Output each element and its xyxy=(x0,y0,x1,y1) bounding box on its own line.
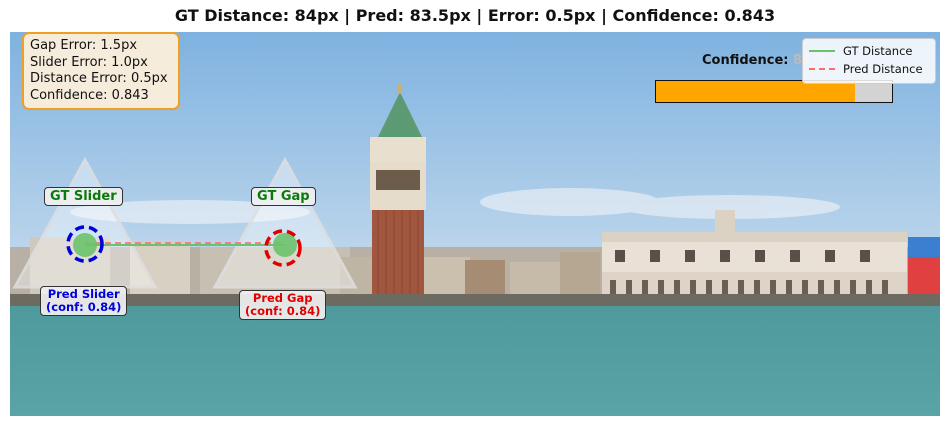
slider-error-text: Slider Error: 1.0px xyxy=(30,54,148,70)
stats-box: Gap Error: 1.5px Slider Error: 1.0px Dis… xyxy=(22,32,180,110)
confidence-meter-title: Confidence: xyxy=(702,53,789,68)
pred-gap-label: Pred Gap (conf: 0.84) xyxy=(239,290,327,320)
lagoon xyxy=(10,306,940,416)
legend-item-gt: GT Distance xyxy=(809,44,912,58)
legend-pred-swatch xyxy=(809,68,835,70)
legend-item-pred: Pred Distance xyxy=(809,62,923,76)
pred-slider-label-line2: (conf: 0.84) xyxy=(46,300,122,314)
gap-error-text: Gap Error: 1.5px xyxy=(30,38,138,53)
gt-slider-label: GT Slider xyxy=(44,187,123,206)
waterfront xyxy=(10,294,940,306)
confidence-text: Confidence: 0.843 xyxy=(30,87,149,103)
gt-slider-center-marker xyxy=(73,233,97,257)
pred-slider-label: Pred Slider (conf: 0.84) xyxy=(40,286,128,316)
distance-error-text: Distance Error: 0.5px xyxy=(30,71,168,86)
pred-gap-label-line2: (conf: 0.84) xyxy=(245,304,321,318)
legend-gt-swatch xyxy=(809,50,835,52)
legend-pred-label: Pred Distance xyxy=(843,62,923,76)
legend-gt-label: GT Distance xyxy=(843,44,913,58)
figure-title: GT Distance: 84px | Pred: 83.5px | Error… xyxy=(174,6,776,25)
legend: GT Distance Pred Distance xyxy=(802,38,936,84)
gt-gap-label: GT Gap xyxy=(251,187,316,206)
confidence-meter-fill xyxy=(656,81,855,102)
